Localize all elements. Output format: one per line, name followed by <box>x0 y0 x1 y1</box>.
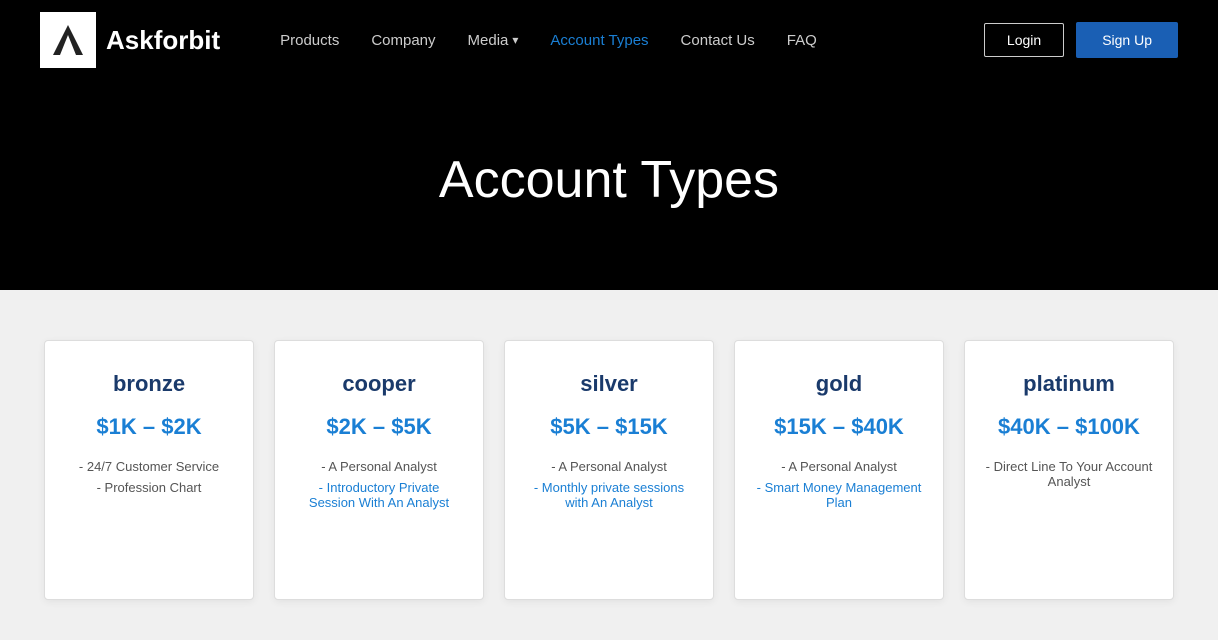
login-button[interactable]: Login <box>984 23 1064 57</box>
card-cooper-features: - A Personal Analyst - Introductory Priva… <box>295 459 463 516</box>
hero-title: Account Types <box>20 150 1198 210</box>
brand-name: Askforbit <box>106 25 220 56</box>
card-cooper-feature-0: - A Personal Analyst <box>295 459 463 474</box>
navbar: Askforbit Products Company Media Account… <box>0 0 1218 80</box>
nav-links: Products Company Media Account Types Con… <box>280 32 984 49</box>
nav-buttons: Login Sign Up <box>984 22 1178 58</box>
card-gold-feature-1: - Smart Money Management Plan <box>755 480 923 510</box>
card-bronze-feature-0: - 24/7 Customer Service <box>65 459 233 474</box>
card-platinum: platinum $40K – $100K - Direct Line To You… <box>964 340 1174 600</box>
card-silver-feature-1: - Monthly private sessions with An Analy… <box>525 480 693 510</box>
logo-icon <box>40 12 96 68</box>
card-silver-range: $5K – $15K <box>550 413 667 441</box>
card-bronze: bronze$1K – $2K- 24/7 Customer Service- … <box>44 340 254 600</box>
card-silver: silver $5K – $15K - A Personal Analyst - Mo… <box>504 340 714 600</box>
card-cooper-range: $2K – $5K <box>326 413 431 441</box>
card-cooper-name: cooper <box>342 371 415 397</box>
card-bronze-features: - 24/7 Customer Service - Profession Char… <box>65 459 233 501</box>
nav-company[interactable]: Company <box>371 32 435 49</box>
nav-faq[interactable]: FAQ <box>787 32 817 49</box>
card-platinum-features: - Direct Line To Your Account Analyst <box>985 459 1153 495</box>
card-gold-name: gold <box>816 371 862 397</box>
card-bronze-range: $1K – $2K <box>96 413 201 441</box>
card-bronze-feature-1: - Profession Chart <box>65 480 233 495</box>
card-gold-features: - A Personal Analyst - Smart Money Manage… <box>755 459 923 516</box>
cards-section: bronze$1K – $2K- 24/7 Customer Service- … <box>0 290 1218 640</box>
card-bronze-name: bronze <box>113 371 185 397</box>
card-cooper: cooper $2K – $5K - A Personal Analyst - Int… <box>274 340 484 600</box>
nav-media[interactable]: Media <box>468 32 519 49</box>
card-platinum-feature-0: - Direct Line To Your Account Analyst <box>985 459 1153 489</box>
hero-section: Account Types <box>0 80 1218 290</box>
card-platinum-name: platinum <box>1023 371 1115 397</box>
card-gold: gold $15K – $40K - A Personal Analyst - Sma… <box>734 340 944 600</box>
nav-account-types[interactable]: Account Types <box>550 32 648 49</box>
card-platinum-range: $40K – $100K <box>998 413 1140 441</box>
logo-link[interactable]: Askforbit <box>40 12 220 68</box>
nav-contact-us[interactable]: Contact Us <box>681 32 755 49</box>
signup-button[interactable]: Sign Up <box>1076 22 1178 58</box>
card-silver-feature-0: - A Personal Analyst <box>525 459 693 474</box>
card-gold-range: $15K – $40K <box>774 413 904 441</box>
card-gold-feature-0: - A Personal Analyst <box>755 459 923 474</box>
card-cooper-feature-1: - Introductory Private Session With An A… <box>295 480 463 510</box>
card-silver-features: - A Personal Analyst - Monthly private se… <box>525 459 693 516</box>
card-silver-name: silver <box>580 371 638 397</box>
nav-products[interactable]: Products <box>280 32 339 49</box>
